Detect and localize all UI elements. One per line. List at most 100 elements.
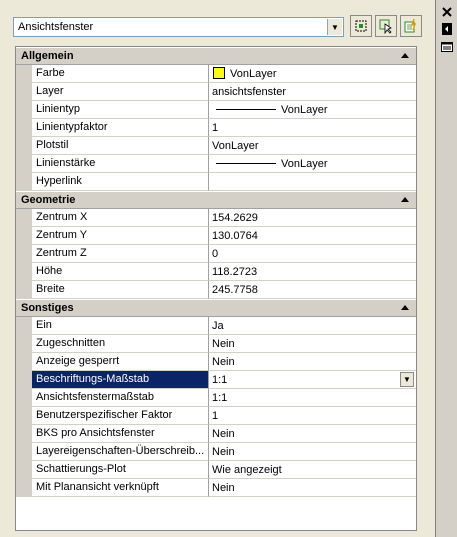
property-value[interactable]: 118.2723 xyxy=(209,263,416,281)
property-row[interactable]: Anzeige gesperrt Nein xyxy=(16,353,416,371)
property-value-text: 1 xyxy=(212,122,219,134)
property-value[interactable]: 154.2629 xyxy=(209,209,416,227)
property-row[interactable]: Mit Planansicht verknüpft Nein xyxy=(16,479,416,497)
property-value[interactable]: VonLayer xyxy=(209,101,416,119)
property-value-text: Nein xyxy=(212,338,235,350)
property-value[interactable]: Ja xyxy=(209,317,416,335)
property-value[interactable]: Nein xyxy=(209,479,416,497)
property-row[interactable]: Layer ansichtsfenster xyxy=(16,83,416,101)
property-row[interactable]: Zentrum X 154.2629 xyxy=(16,209,416,227)
quick-select-button[interactable] xyxy=(350,15,372,37)
property-value[interactable]: VonLayer xyxy=(209,137,416,155)
property-row[interactable]: Breite 245.7758 xyxy=(16,281,416,299)
row-gutter xyxy=(16,119,32,137)
category-header[interactable]: Allgemein xyxy=(16,47,416,65)
category-header[interactable]: Sonstiges xyxy=(16,299,416,317)
property-row[interactable]: Ansichtsfenstermaßstab 1:1 xyxy=(16,389,416,407)
chevron-down-icon[interactable]: ▼ xyxy=(327,19,342,35)
property-row[interactable]: Zugeschnitten Nein xyxy=(16,335,416,353)
property-row[interactable]: Hyperlink xyxy=(16,173,416,191)
property-row[interactable]: Linienstärke VonLayer xyxy=(16,155,416,173)
collapse-icon[interactable] xyxy=(401,53,409,58)
toggle-pickadd-icon xyxy=(404,18,417,33)
row-gutter xyxy=(16,281,32,299)
property-value-text: 130.0764 xyxy=(212,230,258,242)
category-title: Sonstiges xyxy=(21,302,74,314)
row-gutter xyxy=(16,227,32,245)
property-value[interactable]: 1 xyxy=(209,407,416,425)
property-row[interactable]: BKS pro Ansichtsfenster Nein xyxy=(16,425,416,443)
property-value-text: Ja xyxy=(212,320,224,332)
row-gutter xyxy=(16,335,32,353)
property-name: Linienstärke xyxy=(32,155,209,173)
property-name: Benutzerspezifischer Faktor xyxy=(32,407,209,425)
property-value[interactable]: 245.7758 xyxy=(209,281,416,299)
row-gutter xyxy=(16,137,32,155)
color-swatch-icon xyxy=(213,67,225,79)
property-value[interactable]: 1 xyxy=(209,119,416,137)
property-value-text: Wie angezeigt xyxy=(212,464,282,476)
row-gutter xyxy=(16,353,32,371)
property-row[interactable]: Benutzerspezifischer Faktor 1 xyxy=(16,407,416,425)
property-name: Linientyp xyxy=(32,101,209,119)
property-value[interactable]: 1:1 ▼ xyxy=(209,371,416,389)
property-value-text: VonLayer xyxy=(230,68,277,80)
property-value[interactable]: Nein xyxy=(209,353,416,371)
collapse-icon[interactable] xyxy=(401,305,409,310)
property-value[interactable]: 1:1 xyxy=(209,389,416,407)
property-name: Mit Planansicht verknüpft xyxy=(32,479,209,497)
row-gutter xyxy=(16,425,32,443)
properties-menu-icon[interactable] xyxy=(440,40,454,54)
row-gutter xyxy=(16,209,32,227)
property-value-text: Nein xyxy=(212,356,235,368)
property-row[interactable]: Farbe VonLayer xyxy=(16,65,416,83)
property-row[interactable]: Zentrum Z0 xyxy=(16,245,416,263)
property-row[interactable]: Linientyp VonLayer xyxy=(16,101,416,119)
property-row[interactable]: Linientypfaktor 1 xyxy=(16,119,416,137)
row-gutter xyxy=(16,461,32,479)
select-objects-button[interactable] xyxy=(375,15,397,37)
category-title: Allgemein xyxy=(21,50,74,62)
property-value[interactable]: Nein xyxy=(209,335,416,353)
row-gutter xyxy=(16,245,32,263)
property-value[interactable] xyxy=(209,173,416,191)
auto-hide-icon[interactable] xyxy=(440,22,454,36)
property-name: Ansichtsfenstermaßstab xyxy=(32,389,209,407)
property-value[interactable]: ansichtsfenster xyxy=(209,83,416,101)
property-value[interactable]: 0 xyxy=(209,245,416,263)
toggle-pickadd-button[interactable] xyxy=(400,15,422,37)
row-gutter xyxy=(16,479,32,497)
property-row[interactable]: Höhe 118.2723 xyxy=(16,263,416,281)
property-row[interactable]: Layereigenschaften-Überschreib... Nein xyxy=(16,443,416,461)
property-value-text: 1 xyxy=(212,410,219,422)
object-type-selector[interactable]: Ansichtsfenster ▼ xyxy=(13,17,344,37)
property-value[interactable]: 130.0764 xyxy=(209,227,416,245)
property-name: Zentrum Y xyxy=(32,227,209,245)
property-row[interactable]: Ein Ja xyxy=(16,317,416,335)
row-gutter xyxy=(16,389,32,407)
property-name: Linientypfaktor xyxy=(32,119,209,137)
close-icon[interactable] xyxy=(440,5,454,19)
property-row[interactable]: Zentrum Y 130.0764 xyxy=(16,227,416,245)
property-value-text: VonLayer xyxy=(212,140,259,152)
property-value[interactable]: Nein xyxy=(209,443,416,461)
property-value[interactable]: Nein xyxy=(209,425,416,443)
property-value-text: 245.7758 xyxy=(212,284,258,296)
property-value[interactable]: Wie angezeigt xyxy=(209,461,416,479)
property-row[interactable]: Beschriftungs-Maßstab 1:1 ▼ xyxy=(16,371,416,389)
property-value-text: Nein xyxy=(212,428,235,440)
property-value[interactable]: VonLayer xyxy=(209,65,416,83)
collapse-icon[interactable] xyxy=(401,197,409,202)
property-name: Höhe xyxy=(32,263,209,281)
chevron-down-icon[interactable]: ▼ xyxy=(400,372,414,387)
property-name: BKS pro Ansichtsfenster xyxy=(32,425,209,443)
property-name: Layer xyxy=(32,83,209,101)
category-header[interactable]: Geometrie xyxy=(16,191,416,209)
property-row[interactable]: Schattierungs-Plot Wie angezeigt xyxy=(16,461,416,479)
row-gutter xyxy=(16,407,32,425)
property-name: Farbe xyxy=(32,65,209,83)
property-name: Zugeschnitten xyxy=(32,335,209,353)
property-row[interactable]: Plotstil VonLayer xyxy=(16,137,416,155)
property-value[interactable]: VonLayer xyxy=(209,155,416,173)
property-value-text: 0 xyxy=(212,248,219,260)
